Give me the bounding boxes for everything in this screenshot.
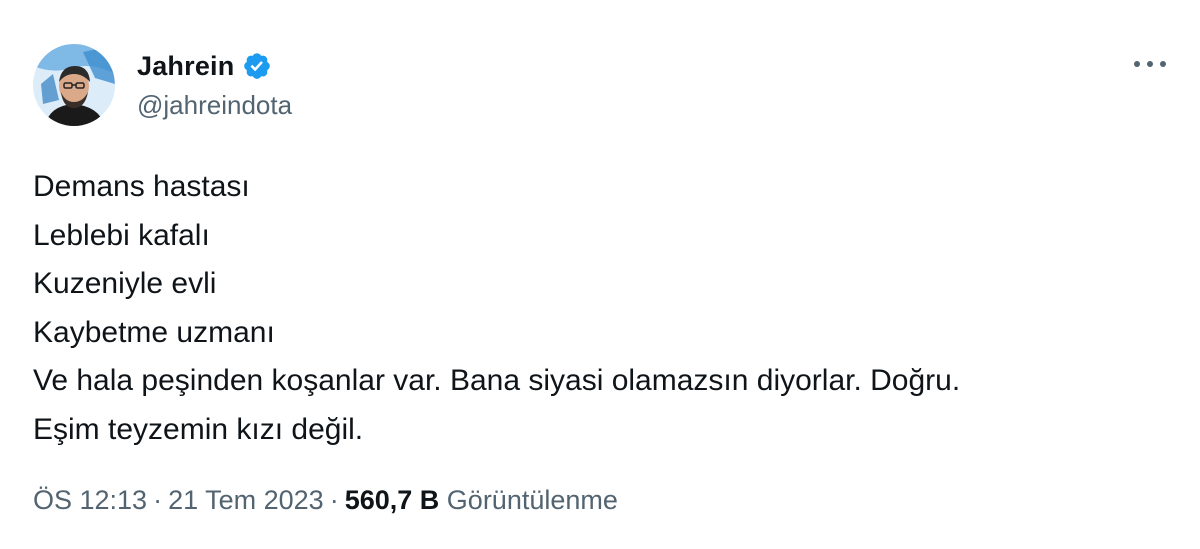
tweet-card: Jahrein @jahreindota Demans hastası Lebl…: [0, 0, 1200, 549]
tweet-line: Ve hala peşinden koşanlar var. Bana siya…: [33, 364, 961, 397]
dot-icon: [1147, 61, 1153, 67]
dot-icon: [1160, 61, 1166, 67]
display-name-row: Jahrein: [137, 48, 292, 84]
tweet-meta: ÖS 12:13 · 21 Tem 2023 · 560,7 B Görüntülenm…: [33, 485, 618, 516]
author-handle[interactable]: @jahreindota: [137, 90, 292, 121]
display-name[interactable]: Jahrein: [137, 51, 234, 82]
meta-separator: ·: [329, 485, 339, 515]
tweet-line: Demans hastası: [33, 170, 250, 203]
verified-badge-icon[interactable]: [242, 51, 272, 81]
tweet-line: Leblebi kafalı: [33, 218, 210, 252]
tweet-line: Eşim teyzemin kızı değil.: [33, 412, 364, 446]
tweet-header: Jahrein @jahreindota: [33, 44, 292, 126]
dot-icon: [1134, 61, 1140, 67]
views-label: Görüntülenme: [446, 485, 618, 515]
tweet-time[interactable]: ÖS 12:13: [33, 485, 147, 515]
meta-separator: ·: [153, 485, 163, 515]
author-names: Jahrein @jahreindota: [137, 48, 292, 121]
tweet-line: Kuzeniyle evli: [33, 267, 217, 300]
tweet-line: Kaybetme uzmanı: [33, 315, 275, 349]
views-count[interactable]: 560,7 B: [345, 485, 440, 515]
tweet-text: Demans hastası Leblebi kafalı Kuzeniyle …: [33, 163, 960, 454]
tweet-date[interactable]: 21 Tem 2023: [168, 485, 324, 515]
more-options-icon[interactable]: [1130, 50, 1170, 78]
avatar[interactable]: [33, 44, 115, 126]
